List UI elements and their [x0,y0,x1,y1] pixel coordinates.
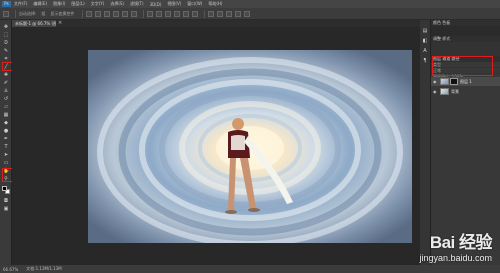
quick-select-tool-icon[interactable]: ✎ [3,48,9,54]
3d-roll-icon[interactable] [226,10,233,17]
properties-panel-icon[interactable]: ◧ [422,38,428,44]
distribute-left-icon[interactable] [174,10,181,17]
color-panel-body[interactable] [431,26,500,36]
align-center-icon[interactable] [122,10,129,17]
zoom-level[interactable]: 66.67% [3,267,18,272]
distribute-bottom-icon[interactable] [165,10,172,17]
menu-file[interactable]: 文件(F) [14,1,27,7]
menu-window[interactable]: 窗口(W) [187,1,202,7]
menu-3d[interactable]: 3D(D) [150,2,162,7]
watermark-url: jingyan.baidu.com [419,253,492,263]
layer-row-1[interactable]: ◉ 图层 1 [431,77,500,86]
rectangle-tool-icon[interactable]: ▭ [3,160,9,166]
ps-logo: Ps [2,1,11,7]
3d-drag-icon[interactable] [235,10,242,17]
foreground-color-swatch[interactable] [2,186,7,191]
tool-preset-button[interactable] [3,10,9,17]
layer-name: 背景 [451,88,459,94]
align-top-icon[interactable] [86,10,93,17]
tools-panel: ✥ ⬚ ᘐ ✎ ⌗ ╱ ✚ ✐ ♙ ↺ ▱ ▦ ◆ ● ✒ T ➤ ▭ ✋ ⚲ … [0,20,12,265]
path-select-tool-icon[interactable]: ➤ [3,152,9,158]
history-brush-tool-icon[interactable]: ↺ [3,96,9,102]
show-transform-controls[interactable]: 显示变换控件 [50,11,74,17]
brush-tool-icon[interactable]: ✐ [3,80,9,86]
quick-mask-icon[interactable]: ◘ [3,198,9,204]
gradient-tool-icon[interactable]: ▦ [3,112,9,118]
dodge-tool-icon[interactable]: ● [3,128,9,134]
menu-select[interactable]: 选择(S) [110,1,124,7]
align-left-icon[interactable] [113,10,120,17]
menu-type[interactable]: 文字(Y) [91,1,105,7]
distribute-top-icon[interactable] [147,10,154,17]
menu-view[interactable]: 视图(V) [167,1,181,7]
3d-mode-icon[interactable] [208,10,215,17]
align-bottom-icon[interactable] [104,10,111,17]
layer-thumbnail [440,88,449,95]
menu-filter[interactable]: 滤镜(T) [130,1,144,7]
layer-thumbnail [440,78,449,85]
move-tool-icon[interactable]: ✥ [3,24,9,30]
menu-help[interactable]: 帮助(H) [208,1,222,7]
twirl-surfer-image [88,50,412,243]
marquee-tool-icon[interactable]: ⬚ [3,32,9,38]
group-select[interactable]: 组 [41,11,45,17]
distribute-center-icon[interactable] [183,10,190,17]
eye-icon[interactable]: ◉ [433,89,438,94]
type-tool-icon[interactable]: T [3,144,9,150]
history-panel-icon[interactable]: ▤ [422,28,428,34]
divider [82,9,84,18]
align-right-icon[interactable] [131,10,138,17]
divider [15,9,16,18]
clone-stamp-tool-icon[interactable]: ♙ [3,88,9,94]
baidu-jingyan-watermark: Bai 经验 jingyan.baidu.com [419,228,492,263]
auto-select-label[interactable]: 自动选择: [19,11,36,17]
distribute-middle-icon[interactable] [156,10,163,17]
document-info: 文档:1.13M/1.13M [26,266,62,271]
watermark-logo: Bai 经验 [429,233,493,252]
menu-bar: Ps 文件(F) 编辑(E) 图像(I) 图层(L) 文字(Y) 选择(S) 滤… [0,0,500,8]
status-bar: 66.67% 文档:1.13M/1.13M [0,265,500,273]
menu-layer[interactable]: 图层(L) [71,1,84,7]
screen-mode-icon[interactable]: ▣ [3,206,9,212]
menu-image[interactable]: 图像(I) [53,1,65,7]
layer-name: 图层 1 [460,78,472,84]
adjustments-panel-body[interactable] [431,42,500,56]
distribute-right-icon[interactable] [192,10,199,17]
align-middle-icon[interactable] [95,10,102,17]
divider [143,9,145,18]
layer-row-background[interactable]: ◉ 背景 [431,87,500,96]
3d-rotate-icon[interactable] [217,10,224,17]
3d-slide-icon[interactable] [244,10,251,17]
eraser-tool-icon[interactable]: ▱ [3,104,9,110]
healing-brush-tool-icon[interactable]: ✚ [3,72,9,78]
divider [204,9,206,18]
lasso-tool-icon[interactable]: ᘐ [3,40,9,46]
layers-highlight [432,56,493,76]
pen-tool-icon[interactable]: ✒ [3,136,9,142]
paragraph-panel-icon[interactable]: ¶ [422,58,428,64]
blur-tool-icon[interactable]: ◆ [3,120,9,126]
close-icon[interactable]: × [58,20,62,27]
document-tab[interactable]: 未标题-1 @ 66.7% (图层 1, RGB/8) [12,20,56,27]
options-bar: 自动选择: 组 显示变换控件 [0,8,500,20]
eye-icon[interactable]: ◉ [433,79,438,84]
character-panel-icon[interactable]: A [422,48,428,54]
menu-edit[interactable]: 编辑(E) [33,1,47,7]
layer-mask-thumbnail[interactable] [450,78,458,85]
document-canvas-image[interactable] [88,50,412,243]
